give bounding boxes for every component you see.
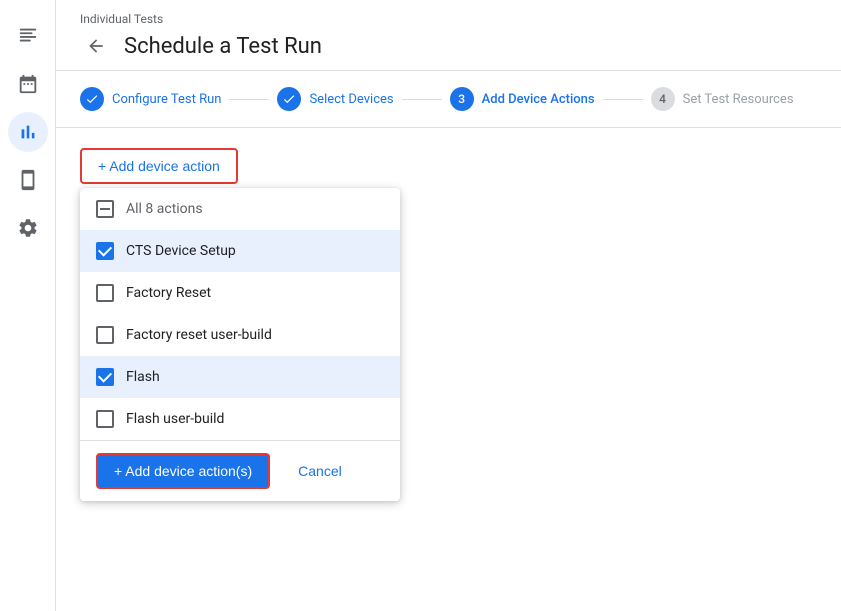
sidebar-item-settings[interactable] — [8, 208, 48, 248]
checkbox-factory-reset — [96, 284, 114, 302]
connector-3 — [603, 99, 643, 100]
list-item-factory-reset[interactable]: Factory Reset — [80, 272, 400, 314]
checkbox-flash-user — [96, 410, 114, 428]
step-select-devices: Select Devices — [277, 87, 393, 111]
header: Individual Tests Schedule a Test Run — [56, 0, 841, 71]
page-title: Schedule a Test Run — [124, 34, 322, 59]
checked-checkbox-cts — [96, 242, 114, 260]
sidebar-item-device[interactable] — [8, 160, 48, 200]
breadcrumb: Individual Tests — [80, 12, 817, 26]
connector-1 — [229, 99, 269, 100]
list-icon — [17, 25, 39, 47]
check-icon — [85, 92, 99, 106]
list-item-flash-user[interactable]: Flash user-build — [80, 398, 400, 440]
step-set-resources: 4 Set Test Resources — [651, 87, 794, 111]
step-circle-resources: 4 — [651, 87, 675, 111]
step-configure: Configure Test Run — [80, 87, 221, 111]
item-label-flash-user: Flash user-build — [126, 411, 224, 427]
step-add-actions: 3 Add Device Actions — [450, 87, 595, 111]
main-content: Individual Tests Schedule a Test Run Con… — [56, 0, 841, 611]
dropdown-list: All 8 actions CTS Device Setup — [80, 188, 400, 440]
sidebar-item-analytics[interactable] — [8, 112, 48, 152]
item-label-all: All 8 actions — [126, 201, 203, 217]
back-button[interactable] — [80, 30, 112, 62]
checkmark-cts — [98, 243, 112, 257]
checkbox-flash — [96, 368, 114, 386]
list-item-flash[interactable]: Flash — [80, 356, 400, 398]
unchecked-checkbox-factory — [96, 284, 114, 302]
device-icon — [17, 169, 39, 191]
title-row: Schedule a Test Run — [80, 30, 817, 62]
check-icon-2 — [282, 92, 296, 106]
step-label-select: Select Devices — [309, 92, 393, 107]
connector-2 — [402, 99, 442, 100]
item-label-factory-reset-user: Factory reset user-build — [126, 327, 272, 343]
step-label-configure: Configure Test Run — [112, 92, 221, 107]
checkbox-cts — [96, 242, 114, 260]
checkbox-factory-user — [96, 326, 114, 344]
settings-icon — [17, 217, 39, 239]
stepper: Configure Test Run Select Devices 3 Add … — [56, 71, 841, 128]
analytics-icon — [17, 121, 39, 143]
list-item-factory-reset-user[interactable]: Factory reset user-build — [80, 314, 400, 356]
dropdown-footer: + Add device action(s) Cancel — [80, 440, 400, 501]
unchecked-checkbox-flash-user — [96, 410, 114, 428]
item-label-cts: CTS Device Setup — [126, 243, 236, 259]
calendar-icon — [17, 73, 39, 95]
step-circle-actions: 3 — [450, 87, 474, 111]
list-item-all[interactable]: All 8 actions — [80, 188, 400, 230]
item-label-factory-reset: Factory Reset — [126, 285, 211, 301]
back-icon — [86, 36, 106, 56]
add-actions-confirm-button[interactable]: + Add device action(s) — [96, 453, 270, 489]
indeterminate-checkbox — [96, 200, 114, 218]
cancel-button[interactable]: Cancel — [282, 455, 358, 487]
step-label-resources: Set Test Resources — [683, 92, 794, 107]
step-label-actions: Add Device Actions — [482, 92, 595, 107]
checkbox-all — [96, 200, 114, 218]
sidebar-item-list[interactable] — [8, 16, 48, 56]
add-device-action-button[interactable]: + Add device action — [80, 148, 238, 184]
unchecked-checkbox-factory-user — [96, 326, 114, 344]
item-label-flash: Flash — [126, 369, 160, 385]
sidebar-item-calendar[interactable] — [8, 64, 48, 104]
step-circle-configure — [80, 87, 104, 111]
step-circle-select — [277, 87, 301, 111]
content-area: + Add device action All 8 actions — [56, 128, 841, 611]
list-item-cts-setup[interactable]: CTS Device Setup — [80, 230, 400, 272]
checkmark-flash — [98, 369, 112, 383]
dropdown-panel: All 8 actions CTS Device Setup — [80, 188, 400, 501]
sidebar — [0, 0, 56, 611]
checked-checkbox-flash — [96, 368, 114, 386]
